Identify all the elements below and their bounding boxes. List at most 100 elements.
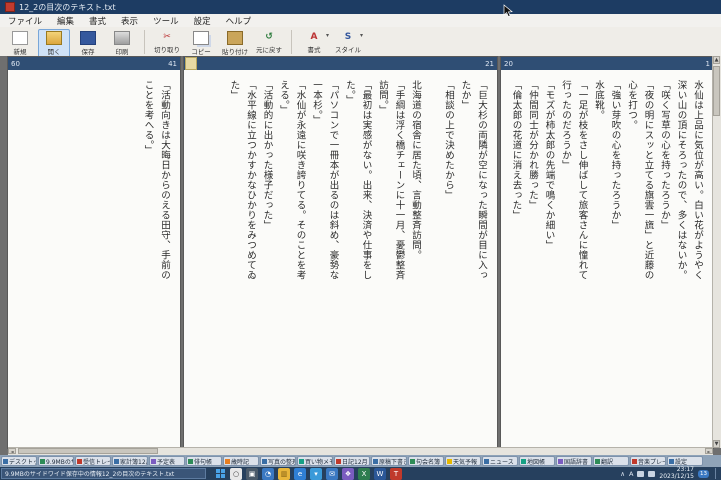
task-button-9[interactable]: 日記12月 [334, 456, 370, 466]
menu-item-6[interactable]: ヘルプ [226, 15, 252, 27]
cut-button[interactable]: 切り取り [151, 29, 183, 56]
page-header: 20 1 [501, 57, 713, 70]
explorer-icon[interactable]: ▥ [278, 467, 290, 480]
horizontal-scrollbar-thumb[interactable] [18, 448, 158, 454]
task-button-1[interactable]: 9.9MBのサイド [38, 456, 74, 466]
menu-item-0[interactable]: ファイル [8, 15, 42, 27]
network-icon[interactable] [637, 470, 645, 477]
task-button-15[interactable]: 国語辞書 [556, 456, 592, 466]
task-button-6[interactable]: 歳時記 [223, 456, 259, 466]
bookmark-tab[interactable] [185, 57, 197, 70]
task-button-label: 音楽プレーヤ [638, 458, 665, 466]
menu-item-3[interactable]: 表示 [121, 15, 138, 27]
task-button-16[interactable]: 翻訳 [593, 456, 629, 466]
vertical-scrollbar-thumb[interactable] [713, 66, 720, 116]
save-button[interactable]: 保存 [72, 29, 104, 58]
horizontal-scrollbar[interactable]: ◄ ► [8, 447, 713, 455]
volume-icon[interactable] [648, 470, 656, 477]
undo-button[interactable]: 元に戻す [253, 29, 285, 56]
page-text[interactable]: 「活動向きは大晦日からのえる田守、手前の ことを考へる。」 [8, 70, 180, 448]
menu-item-2[interactable]: 書式 [89, 15, 106, 27]
widgets-icon[interactable]: ◔ [262, 467, 274, 480]
task-button-8[interactable]: 買い物メモ [297, 456, 333, 466]
task-button-18[interactable]: 設定 [667, 456, 703, 466]
text-column: 「相談の上で決めたから」 [443, 80, 454, 200]
scroll-down-icon[interactable]: ▼ [713, 440, 720, 448]
task-button-icon [3, 458, 8, 464]
task-button-label: デスクトップ [9, 458, 36, 466]
page-header: 4021 [184, 57, 497, 70]
task-button-icon [40, 458, 45, 464]
photos-icon[interactable]: ❖ [342, 467, 354, 480]
vertical-scrollbar[interactable]: ▲ ▼ [712, 56, 721, 448]
task-button-4[interactable]: 予定表 [149, 456, 185, 466]
task-button-icon [632, 458, 637, 464]
copy-button[interactable]: コピー [185, 29, 217, 58]
window-title: 12_2の目次のテキスト.txt [19, 2, 116, 12]
mail-icon[interactable]: ✉ [326, 467, 338, 480]
task-button-icon [188, 458, 193, 464]
scroll-up-icon[interactable]: ▲ [713, 56, 720, 64]
task-button-label: 9.9MBのサイド [46, 458, 73, 466]
menu-item-4[interactable]: ツール [153, 15, 179, 27]
task-button-icon [484, 458, 489, 464]
text-column: 訪問。」 [377, 80, 388, 116]
task-button-12[interactable]: 天気予報 [445, 456, 481, 466]
tray-expand-icon[interactable]: ∧ [620, 470, 625, 478]
format-icon [307, 31, 321, 43]
window-task-list: デスクトップ 9.9MBのサイド 受信トレイ 家計簿12月 予定表 俳句帳 歳時記 写真の整理… [0, 455, 721, 467]
excel-icon[interactable]: X [358, 467, 370, 480]
new-document-button[interactable]: 新規 [4, 29, 36, 58]
task-button-7[interactable]: 写真の整理 [260, 456, 296, 466]
format-button[interactable]: 書式 ▾ [298, 29, 330, 56]
ime-indicator[interactable]: A [629, 470, 633, 478]
task-button-5[interactable]: 俳句帳 [186, 456, 222, 466]
text-column: 「強い芽吹の心を持ったろうか」 [609, 80, 621, 230]
page-text[interactable]: 「巨大杉の両隣が空になった瞬間が目に入っ たか」 「相談の上で決めたから」 北海道の… [184, 70, 497, 448]
store-icon[interactable]: ▾ [310, 467, 322, 480]
page-text[interactable]: 水仙は上品に気位が高い。白い花がようやく 深い山の頂にそろったので、多くはないか。… [501, 70, 713, 448]
text-column: 「活動的に出かった様子だった」 [261, 80, 273, 230]
task-button-10[interactable]: 原稿下書き [371, 456, 407, 466]
text-column: たか」 [459, 80, 471, 110]
task-button-13[interactable]: ニュース [482, 456, 518, 466]
search-icon[interactable]: ○ [230, 467, 242, 480]
print-button[interactable]: 印刷 [106, 29, 138, 58]
menu-item-1[interactable]: 編集 [57, 15, 74, 27]
menu-item-5[interactable]: 設定 [194, 15, 211, 27]
active-window-button[interactable]: 9.9MBのサイドワイド保存中の情報12_2の目次のテキスト.txt [1, 468, 206, 479]
open-folder-button[interactable]: 開く [38, 29, 70, 58]
edge-icon[interactable]: e [294, 467, 306, 480]
text-column: 北海道の宿舎に居た頃、言動整斉訪問。 [410, 80, 421, 260]
task-button-label: 翻訳 [601, 458, 614, 466]
show-desktop-button[interactable] [715, 468, 718, 479]
task-button-3[interactable]: 家計簿12月 [112, 456, 148, 466]
paste-button[interactable]: 貼り付け [219, 29, 251, 58]
task-button-icon [521, 458, 526, 464]
task-button-icon [262, 458, 267, 464]
task-button-14[interactable]: 地図帳 [519, 456, 555, 466]
undo-icon [262, 31, 276, 43]
notification-badge[interactable]: 13 [698, 469, 709, 478]
os-taskbar: 9.9MBのサイドワイド保存中の情報12_2の目次のテキスト.txt ○ ▣ ◔ ▥ e… [0, 466, 721, 480]
toolbar-separator [144, 30, 145, 54]
word-icon[interactable]: W [374, 467, 386, 480]
task-button-label: 家計簿12月 [120, 458, 147, 466]
task-button-11[interactable]: 句会名簿 [408, 456, 444, 466]
task-button-2[interactable]: 受信トレイ [75, 456, 111, 466]
task-button-0[interactable]: デスクトップ [1, 456, 37, 466]
task-button-17[interactable]: 音楽プレーヤ [630, 456, 666, 466]
text-column: 「水仙が永遠に咲き誇りてる。そのことを考 [294, 80, 306, 280]
scroll-right-icon[interactable]: ► [705, 448, 713, 454]
toolbar-button-label: 新規 [13, 48, 27, 56]
start-icon[interactable] [214, 468, 226, 480]
editor-icon[interactable]: T [390, 467, 402, 480]
clock[interactable]: 23:17 2023/12/15 [659, 466, 694, 480]
style-button[interactable]: スタイル ▾ [332, 29, 364, 56]
start-icon-grid [215, 469, 225, 478]
scroll-left-icon[interactable]: ◄ [8, 448, 16, 454]
task-button-icon [151, 458, 156, 464]
task-view-icon[interactable]: ▣ [246, 467, 258, 480]
text-column: 「手綱は浮く橋チェーンに十一月、憂鬱整斉 [393, 80, 405, 280]
text-column: 水仙は上品に気位が高い。白い花がようやく [692, 80, 703, 280]
